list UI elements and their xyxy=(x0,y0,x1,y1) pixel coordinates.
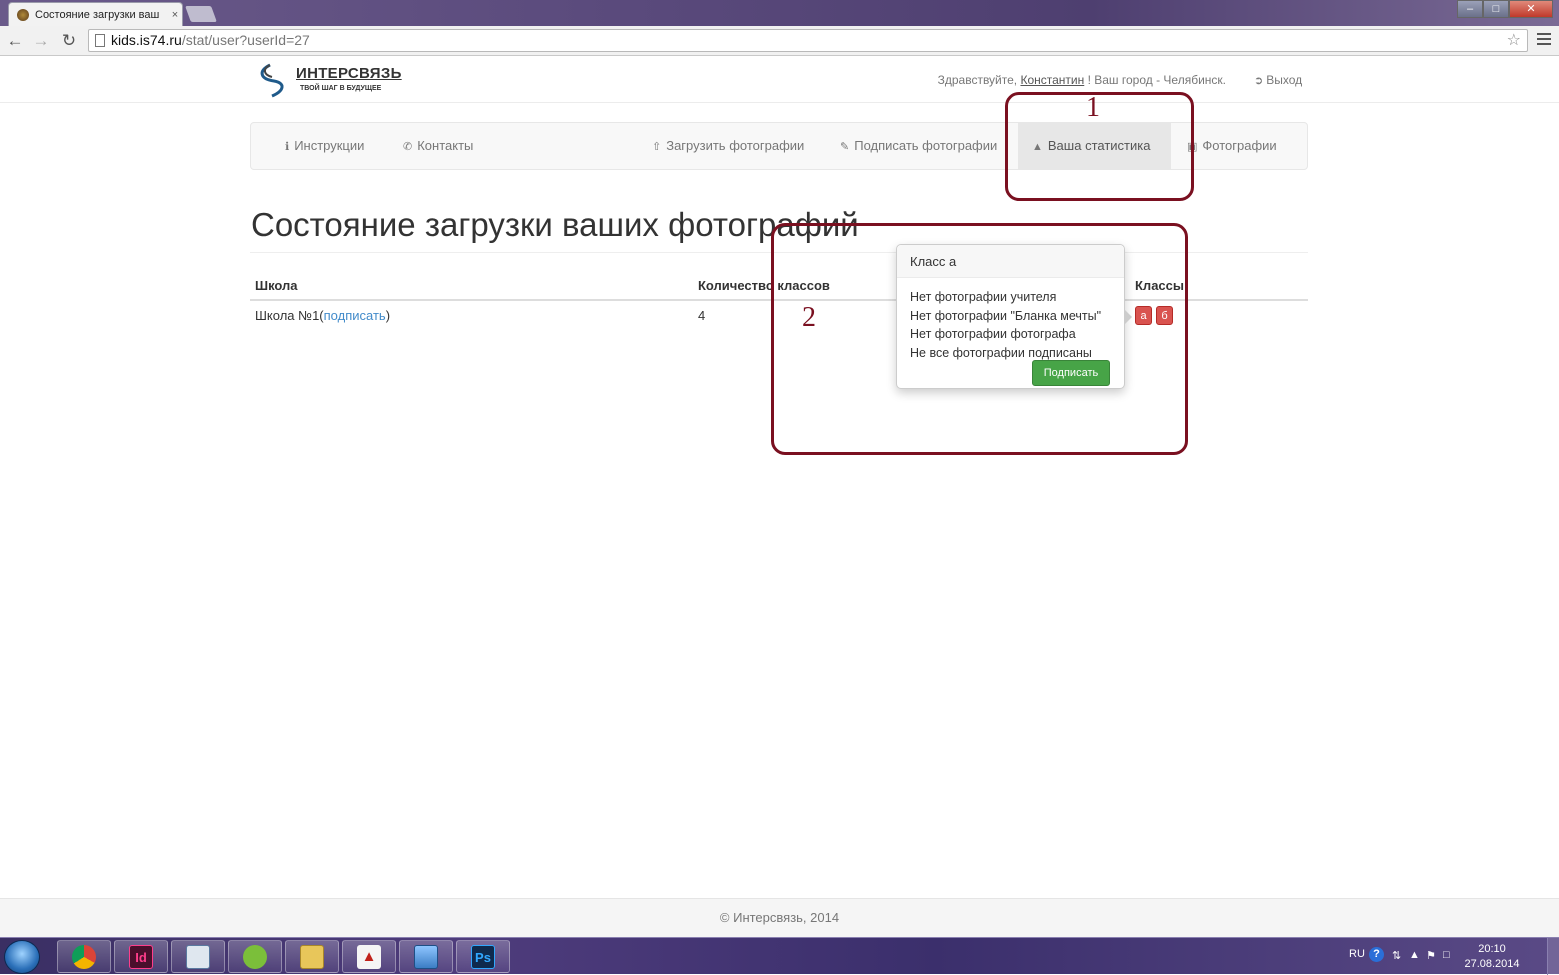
logo-swoosh-icon xyxy=(260,63,284,98)
annotation-box-2 xyxy=(771,223,1188,455)
clock-time: 20:10 xyxy=(1478,943,1506,955)
browser-tab[interactable]: Состояние загрузки ваш × xyxy=(8,2,183,26)
column-header-school: Школа xyxy=(255,278,298,293)
upload-icon: ⇧ xyxy=(652,141,662,153)
url-path: /stat/user?userId=27 xyxy=(181,32,310,48)
maximize-window-button[interactable]: □ xyxy=(1483,0,1509,18)
logout-label: Выход xyxy=(1266,73,1303,87)
nav-item-contacts[interactable]: ✆ Контакты xyxy=(389,123,487,169)
start-button[interactable] xyxy=(4,940,40,974)
indesign-icon[interactable]: Id xyxy=(114,940,168,973)
site-favicon-icon xyxy=(17,8,29,21)
pencil-icon: ✎ xyxy=(840,141,850,153)
annotation-number-2: 2 xyxy=(802,302,816,333)
minimize-window-button[interactable]: – xyxy=(1457,0,1483,18)
help-icon[interactable]: ? xyxy=(1369,947,1384,962)
star-icon[interactable]: ☆ xyxy=(1507,30,1521,51)
new-tab-button[interactable] xyxy=(185,6,217,22)
explorer-window-icon[interactable] xyxy=(171,940,225,973)
nav-label: Фотографии xyxy=(1202,138,1277,153)
sign-link[interactable]: подписать xyxy=(324,308,386,323)
hamburger-menu-icon[interactable] xyxy=(1537,31,1551,48)
folder-icon[interactable] xyxy=(285,940,339,973)
phone-icon: ✆ xyxy=(403,141,413,153)
browser-toolbar: ← → ↻ kids.is74.ru/stat/user?userId=27 ☆ xyxy=(0,26,1559,56)
logout-link[interactable]: ➲ Выход xyxy=(1254,73,1302,87)
nav-label: Контакты xyxy=(417,138,474,153)
url-host: kids.is74.ru xyxy=(111,32,182,48)
photoshop-icon[interactable]: Ps xyxy=(456,940,510,973)
language-indicator[interactable]: RU xyxy=(1349,948,1365,960)
greeting-suffix: ! Ваш город - Челябинск. xyxy=(1084,73,1226,87)
page-title: Состояние загрузки ваших фотографий xyxy=(251,206,859,243)
close-window-button[interactable]: ✕ xyxy=(1509,0,1553,18)
show-hidden-icons-icon[interactable]: ▲ xyxy=(1409,949,1420,961)
greeting-prefix: Здравствуйте, xyxy=(937,73,1021,87)
school-name: Школа №1 xyxy=(255,308,320,323)
page-icon xyxy=(95,34,105,47)
table-cell-class-count: 4 xyxy=(698,308,706,323)
table-cell-school: Школа №1(подписать) xyxy=(255,308,391,323)
nav-item-instructions[interactable]: ℹ Инструкции xyxy=(271,123,378,169)
show-desktop-button[interactable] xyxy=(1547,938,1559,975)
clock-date: 27.08.2014 xyxy=(1464,958,1520,970)
nav-item-sign-photos[interactable]: ✎ Подписать фотографии xyxy=(826,123,1011,169)
site-header: ИНТЕРСВЯЗЬ ТВОЙ ШАГ В БУДУЩЕЕ Здравствуй… xyxy=(0,57,1559,103)
user-name-link[interactable]: Константин xyxy=(1020,73,1084,87)
logout-icon: ➲ xyxy=(1254,75,1264,87)
address-bar[interactable]: kids.is74.ru/stat/user?userId=27 ☆ xyxy=(88,29,1528,52)
photo-viewer-icon[interactable] xyxy=(399,940,453,973)
forward-arrow-icon[interactable]: → xyxy=(30,30,52,52)
nav-label: Подписать фотографии xyxy=(854,138,998,153)
info-icon: ℹ xyxy=(285,141,290,153)
nav-label: Инструкции xyxy=(294,138,365,153)
reload-icon[interactable]: ↻ xyxy=(58,30,80,52)
annotation-number-1: 1 xyxy=(1086,92,1100,123)
back-arrow-icon[interactable]: ← xyxy=(4,30,26,52)
clock[interactable]: 20:10 27.08.2014 xyxy=(1459,942,1525,972)
action-center-flag-icon[interactable]: ⚑ xyxy=(1426,949,1436,962)
tab-title: Состояние загрузки ваш xyxy=(35,8,160,21)
nav-item-upload-photos[interactable]: ⇧ Загрузить фотографии xyxy=(638,123,818,169)
nav-label: Загрузить фотографии xyxy=(666,138,805,153)
network-icon[interactable]: ⇅ xyxy=(1392,949,1401,962)
site-footer: © Интерсвязь, 2014 xyxy=(0,898,1559,937)
logo-name: ИНТЕРСВЯЗЬ xyxy=(296,65,402,82)
acrobat-icon[interactable]: ▲ xyxy=(342,940,396,973)
windows-taskbar: Id ▲ Ps RU ? ⇅ ▲ ⚑ □ 20:10 27.08.2014 xyxy=(0,937,1559,975)
display-icon[interactable]: □ xyxy=(1443,949,1450,961)
corel-icon[interactable] xyxy=(228,940,282,973)
close-tab-icon[interactable]: × xyxy=(168,9,182,21)
window-controls: – □ ✕ xyxy=(1457,0,1553,18)
footer-copyright: © Интерсвязь, 2014 xyxy=(719,910,840,925)
chrome-icon[interactable] xyxy=(57,940,111,973)
browser-titlebar: Состояние загрузки ваш × – □ ✕ xyxy=(0,0,1559,26)
logo-tagline: ТВОЙ ШАГ В БУДУЩЕЕ xyxy=(300,85,382,92)
site-logo[interactable]: ИНТЕРСВЯЗЬ ТВОЙ ШАГ В БУДУЩЕЕ xyxy=(256,63,416,99)
greeting: Здравствуйте, Константин ! Ваш город - Ч… xyxy=(938,73,1226,87)
